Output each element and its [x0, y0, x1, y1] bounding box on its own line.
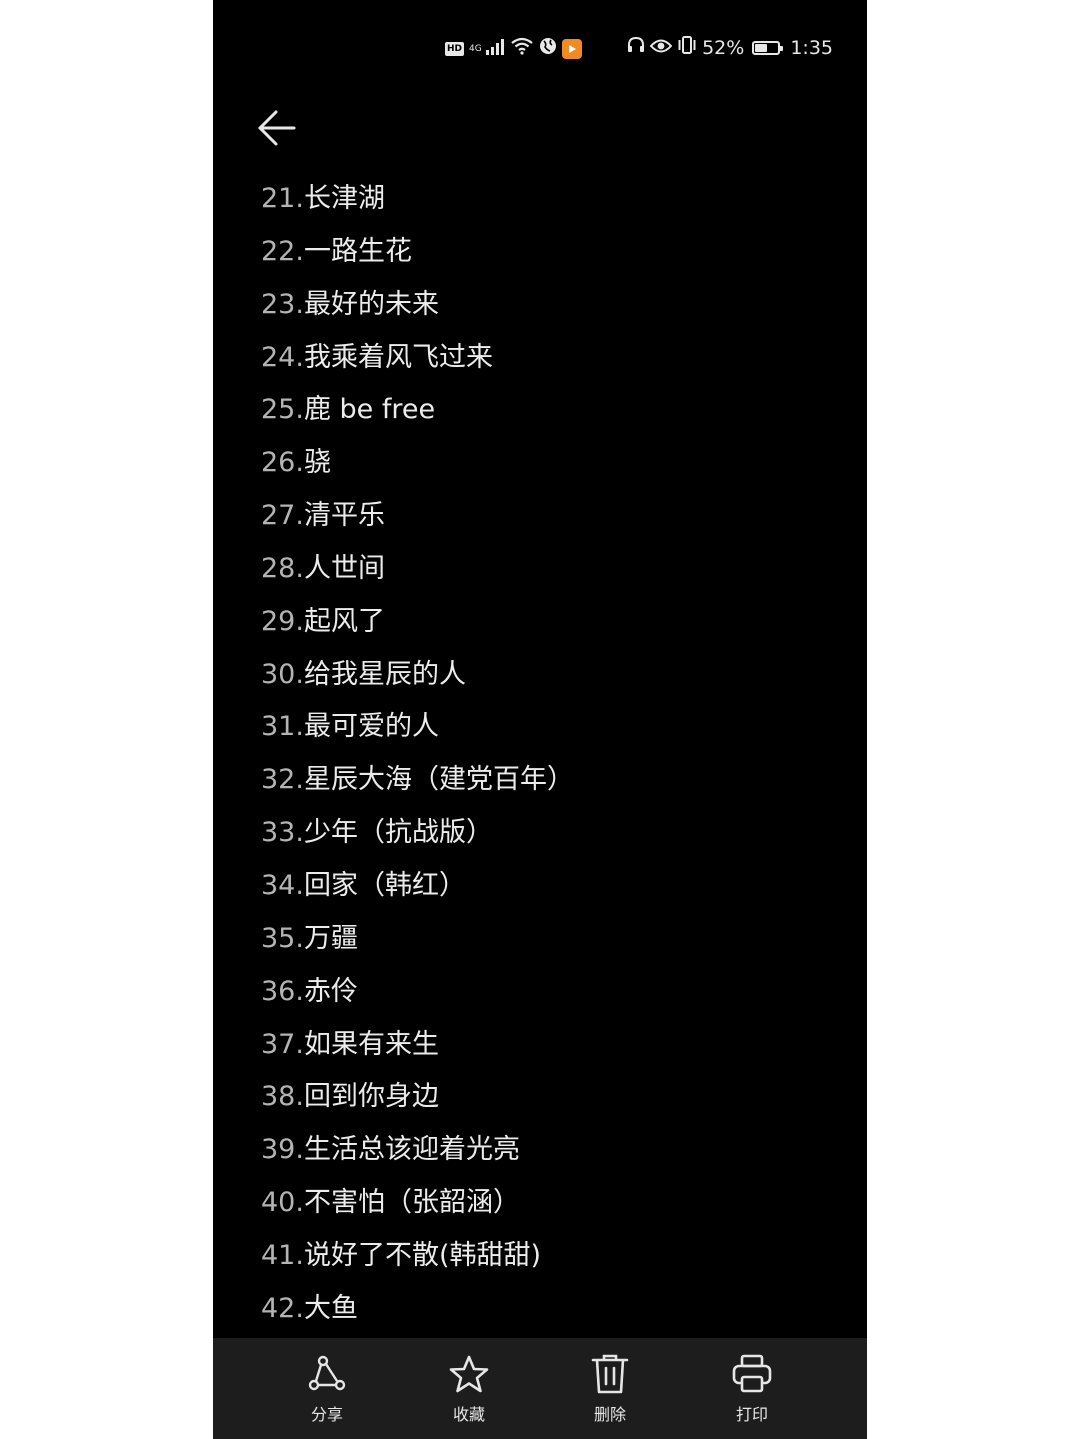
song-title: 少年（抗战版）	[303, 817, 493, 849]
song-title: 我乘着风飞过来	[303, 341, 493, 373]
song-number: 23.	[261, 288, 304, 320]
song-number: 30.	[261, 658, 304, 690]
list-item: 41.说好了不散(韩甜甜)	[261, 1230, 841, 1283]
vibrate-icon	[676, 36, 698, 59]
song-number: 28.	[261, 552, 304, 584]
list-item: 38.回到你身边	[261, 1071, 841, 1124]
song-title: 不害怕（张韶涵）	[303, 1187, 520, 1219]
song-title: 长津湖	[303, 183, 385, 214]
list-item: 42.大鱼	[261, 1283, 841, 1336]
star-icon	[447, 1352, 491, 1396]
phone-screen: HD 4G 52% 1:35 21.长津湖 22.一路生花 23.最好的未来 2…	[213, 0, 867, 1439]
song-number: 37.	[261, 1028, 304, 1060]
song-number: 26.	[261, 447, 304, 479]
trash-icon	[588, 1352, 632, 1396]
list-item: 28.人世间	[261, 543, 841, 596]
song-number: 40.	[261, 1187, 304, 1219]
share-button[interactable]: 分享	[277, 1352, 377, 1432]
battery-fill	[755, 43, 767, 52]
list-item: 26.骁	[261, 437, 841, 490]
favorite-label: 收藏	[452, 1405, 485, 1424]
hd-badge: HD	[445, 41, 465, 56]
list-item: 22.一路生花	[261, 226, 841, 279]
list-item: 31.最可爱的人	[261, 701, 841, 754]
app-notification-icon	[561, 38, 582, 59]
song-number: 33.	[261, 817, 304, 849]
headphones-icon	[626, 36, 646, 59]
song-number: 34.	[261, 869, 304, 901]
song-title: 最好的未来	[303, 288, 439, 320]
globe-icon	[539, 37, 557, 60]
song-number: 39.	[261, 1134, 304, 1166]
song-title: 如果有来生	[303, 1028, 439, 1060]
list-item: 24.我乘着风飞过来	[261, 332, 841, 385]
song-list: 21.长津湖 22.一路生花 23.最好的未来 24.我乘着风飞过来 25.鹿 be f…	[261, 173, 841, 1336]
list-item: 32.星辰大海（建党百年）	[261, 754, 841, 807]
clock: 1:35	[790, 36, 833, 59]
song-number: 21.	[261, 183, 304, 214]
song-title: 星辰大海（建党百年）	[303, 764, 574, 796]
print-button[interactable]: 打印	[702, 1352, 802, 1432]
song-title: 大鱼	[303, 1292, 358, 1324]
song-number: 25.	[261, 394, 304, 426]
list-item: 36.赤伶	[261, 966, 841, 1019]
status-right-icons: 52% 1:35	[626, 36, 833, 59]
song-title: 给我星辰的人	[303, 658, 466, 690]
wifi-icon	[510, 37, 534, 60]
song-number: 24.	[261, 341, 304, 373]
delete-label: 删除	[593, 1405, 626, 1424]
status-bar: HD 4G 52% 1:35	[213, 30, 867, 66]
back-arrow-icon	[258, 110, 296, 146]
song-title: 最可爱的人	[303, 711, 439, 743]
song-title: 骁	[303, 447, 331, 479]
share-label: 分享	[310, 1405, 343, 1424]
delete-button[interactable]: 删除	[560, 1352, 660, 1432]
song-number: 32.	[261, 764, 304, 796]
song-number: 29.	[261, 605, 304, 637]
printer-icon	[730, 1352, 774, 1396]
song-title: 清平乐	[303, 500, 385, 532]
song-title: 万疆	[303, 922, 358, 954]
status-left-icons: HD 4G	[445, 37, 582, 60]
song-title: 回到你身边	[303, 1081, 439, 1113]
list-item: 27.清平乐	[261, 490, 841, 543]
song-number: 42.	[261, 1292, 304, 1324]
eye-icon	[649, 37, 673, 59]
song-title: 回家（韩红）	[303, 869, 466, 901]
song-number: 38.	[261, 1081, 304, 1113]
song-title: 鹿 be free	[303, 394, 436, 426]
list-item: 40.不害怕（张韶涵）	[261, 1177, 841, 1230]
list-item: 21.长津湖	[261, 173, 841, 226]
song-title: 起风了	[303, 605, 385, 637]
list-item: 33.少年（抗战版）	[261, 807, 841, 860]
share-icon	[305, 1352, 349, 1396]
song-number: 27.	[261, 500, 304, 532]
favorite-button[interactable]: 收藏	[419, 1352, 519, 1432]
song-number: 31.	[261, 711, 304, 743]
list-item: 29.起风了	[261, 596, 841, 649]
list-item: 25.鹿 be free	[261, 384, 841, 437]
list-item: 34.回家（韩红）	[261, 860, 841, 913]
battery-percent: 52%	[702, 36, 745, 59]
list-item: 30.给我星辰的人	[261, 649, 841, 702]
back-button[interactable]	[253, 106, 301, 150]
battery-icon	[752, 40, 784, 55]
song-title: 人世间	[303, 552, 385, 584]
song-number: 35.	[261, 922, 304, 954]
song-title: 赤伶	[303, 975, 358, 1007]
song-title: 说好了不散(韩甜甜)	[303, 1239, 542, 1271]
song-title: 一路生花	[303, 235, 412, 267]
print-label: 打印	[735, 1405, 768, 1424]
list-item: 35.万疆	[261, 913, 841, 966]
network-type: 4G	[469, 43, 482, 54]
bottom-action-bar: 分享 收藏 删除 打印	[213, 1338, 867, 1439]
song-number: 41.	[261, 1239, 304, 1271]
song-number: 36.	[261, 975, 304, 1007]
song-title: 生活总该迎着光亮	[303, 1134, 520, 1166]
song-number: 22.	[261, 235, 304, 267]
cellular-signal-icon	[485, 38, 505, 60]
list-item: 23.最好的未来	[261, 279, 841, 332]
list-item: 39.生活总该迎着光亮	[261, 1124, 841, 1177]
list-item: 37.如果有来生	[261, 1019, 841, 1072]
